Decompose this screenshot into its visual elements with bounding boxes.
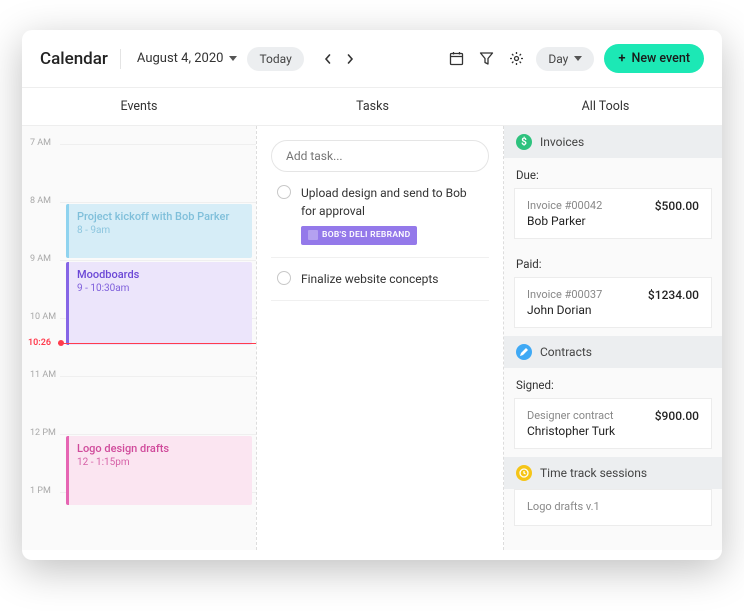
caret-down-icon [574, 56, 582, 61]
tools-column: $ Invoices Due: Invoice #00042 Bob Parker… [504, 126, 722, 550]
date-nav [318, 49, 360, 69]
hour-label: 10 AM [30, 312, 56, 322]
hour-label: 11 AM [30, 370, 56, 380]
calendar-icon [449, 51, 464, 66]
task-text: Upload design and send to Bob for approv… [301, 184, 483, 220]
chevron-left-icon [323, 54, 333, 64]
tool-card[interactable]: Invoice #00042 Bob Parker $500.00 [514, 188, 712, 239]
event-time: 12 - 1:15pm [77, 457, 244, 468]
tool-card[interactable]: Designer contract Christopher Turk $900.0… [514, 398, 712, 449]
task-list: Upload design and send to Bob for approv… [271, 172, 489, 301]
hour-line [60, 260, 256, 261]
view-selector[interactable]: Day [536, 47, 594, 71]
current-date: August 4, 2020 [137, 51, 224, 66]
events-header[interactable]: Events [22, 88, 256, 125]
card-line2: John Dorian [527, 303, 602, 317]
prev-button[interactable] [318, 49, 338, 69]
hour-label: 1 PM [30, 486, 51, 496]
card-amount: $500.00 [655, 199, 699, 213]
header: Calendar August 4, 2020 Today Day [22, 30, 722, 88]
card-amount: $900.00 [655, 409, 699, 423]
page-title: Calendar [40, 49, 121, 69]
task-text: Finalize website concepts [301, 270, 439, 288]
event-title: Moodboards [77, 268, 244, 281]
filter-icon-button[interactable] [476, 49, 496, 69]
calendar-event[interactable]: Logo design drafts 12 - 1:15pm [66, 436, 252, 505]
columns: 7 AM 8 AM 9 AM 10 AM 11 AM 12 PM 1 PM Project k… [22, 126, 722, 550]
card-line2: Christopher Turk [527, 424, 615, 438]
hour-line [60, 144, 256, 145]
paid-label: Paid: [504, 247, 722, 277]
signed-label: Signed: [504, 368, 722, 398]
hour-label: 8 AM [30, 196, 51, 206]
tasks-header[interactable]: Tasks [256, 88, 489, 125]
calendar-event[interactable]: Moodboards 9 - 10:30am [66, 262, 252, 345]
calendar-event[interactable]: Project kickoff with Bob Parker 8 - 9am [66, 204, 252, 258]
hour-line [60, 376, 256, 377]
card-amount: $1234.00 [648, 288, 699, 302]
pen-icon [516, 344, 532, 360]
hour-label: 9 AM [30, 254, 51, 264]
next-button[interactable] [340, 49, 360, 69]
timeline-column: 7 AM 8 AM 9 AM 10 AM 11 AM 12 PM 1 PM Project k… [22, 126, 256, 550]
tasks-column: Upload design and send to Bob for approv… [256, 126, 504, 550]
tool-card[interactable]: Logo drafts v.1 [514, 489, 712, 526]
calendar-icon-button[interactable] [446, 49, 466, 69]
now-time: 10:26 [28, 338, 51, 348]
task-item[interactable]: Upload design and send to Bob for approv… [271, 172, 489, 258]
event-title: Logo design drafts [77, 442, 244, 455]
date-picker[interactable]: August 4, 2020 [137, 51, 238, 66]
plus-icon: + [618, 51, 625, 66]
gear-icon [509, 51, 524, 66]
hour-line [60, 202, 256, 203]
new-event-button[interactable]: + New event [604, 44, 704, 73]
settings-icon-button[interactable] [506, 49, 526, 69]
tools-header[interactable]: All Tools [489, 88, 722, 125]
event-time: 9 - 10:30am [77, 283, 244, 294]
hour-label: 7 AM [30, 138, 51, 148]
card-line1: Invoice #00042 [527, 199, 602, 212]
event-title: Project kickoff with Bob Parker [77, 210, 244, 223]
time-section-header[interactable]: Time track sessions [504, 457, 722, 489]
invoices-section-header[interactable]: $ Invoices [504, 126, 722, 158]
task-checkbox[interactable] [277, 185, 291, 199]
hour-grid: 7 AM 8 AM 9 AM 10 AM 11 AM 12 PM 1 PM Project k… [22, 126, 256, 550]
tool-card[interactable]: Invoice #00037 John Dorian $1234.00 [514, 277, 712, 328]
hour-label: 12 PM [30, 428, 56, 438]
event-time: 8 - 9am [77, 225, 244, 236]
filter-icon [479, 51, 494, 66]
card-line1: Logo drafts v.1 [527, 500, 600, 513]
contracts-section-header[interactable]: Contracts [504, 336, 722, 368]
add-task-input[interactable] [271, 140, 489, 172]
calendar-app: Calendar August 4, 2020 Today Day [22, 30, 722, 560]
today-button[interactable]: Today [247, 47, 303, 71]
dollar-icon: $ [516, 134, 532, 150]
clock-icon [516, 465, 532, 481]
task-checkbox[interactable] [277, 271, 291, 285]
task-item[interactable]: Finalize website concepts [271, 258, 489, 301]
due-label: Due: [504, 158, 722, 188]
hour-line [60, 434, 256, 435]
caret-down-icon [229, 56, 237, 61]
column-headers: Events Tasks All Tools [22, 88, 722, 126]
card-line1: Designer contract [527, 409, 615, 422]
task-tag[interactable]: BOB'S DELI REBRAND [301, 226, 417, 245]
tag-icon [308, 230, 318, 240]
card-line1: Invoice #00037 [527, 288, 602, 301]
chevron-right-icon [345, 54, 355, 64]
card-line2: Bob Parker [527, 214, 602, 228]
